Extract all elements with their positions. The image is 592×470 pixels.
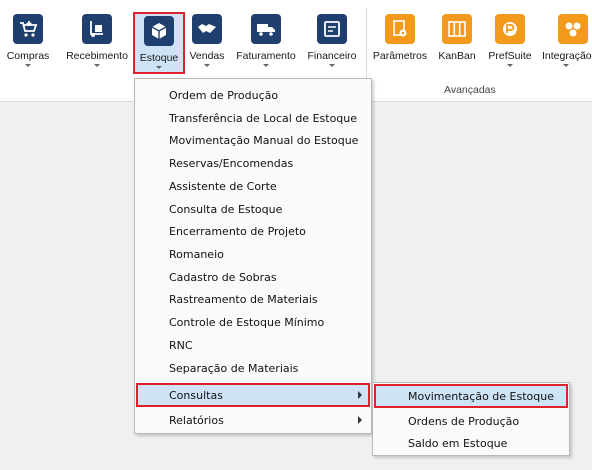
menu-item-separacao-de-materiais[interactable]: Separação de Materiais [136,357,370,379]
ribbon-label: Faturamento [236,50,296,62]
ribbon-label: PrefSuite [488,50,532,62]
menu-item-label: Consulta de Estoque [169,202,283,216]
ribbon-button-recebimento[interactable]: Recebimento [66,6,128,74]
menu-item-label: Cadastro de Sobras [169,270,277,284]
consultas-submenu: Movimentação de Estoque Ordens de Produç… [372,382,570,456]
chevron-down-icon [156,66,162,69]
menu-item-label: Ordens de Produção [408,414,520,428]
ribbon-button-estoque[interactable]: Estoque [133,12,185,74]
ribbon-group-label-avancadas: Avançadas [444,84,496,96]
handshake-icon [192,14,222,44]
submenu-item-saldo-em-estoque[interactable]: Saldo em Estoque [374,432,568,454]
ribbon-label: Recebimento [66,50,128,62]
cart-icon [13,14,43,44]
prefsuite-icon [495,14,525,44]
ribbon-button-kanban[interactable]: KanBan [436,6,478,74]
ribbon-label: KanBan [438,50,476,62]
menu-item-reservas-encomendas[interactable]: Reservas/Encomendas [136,152,370,174]
settings-doc-icon [385,14,415,44]
chevron-down-icon [204,64,210,67]
ribbon-button-financeiro[interactable]: Financeiro [305,6,359,74]
menu-item-label: RNC [169,338,193,352]
register-icon [317,14,347,44]
chevron-down-icon [25,64,31,67]
menu-item-assistente-de-corte[interactable]: Assistente de Corte [136,175,370,197]
menu-item-rnc[interactable]: RNC [136,334,370,356]
estoque-menu: Ordem de Produção Transferência de Local… [134,78,372,434]
chevron-down-icon [329,64,335,67]
ribbon-label: Financeiro [307,50,357,62]
menu-item-label: Assistente de Corte [169,179,277,193]
chevron-down-icon [263,64,269,67]
menu-item-label: Transferência de Local de Estoque [169,111,358,125]
ribbon-button-compras[interactable]: Compras [6,6,50,74]
chevron-right-icon [358,416,362,424]
integration-icon [558,14,588,44]
ribbon-label: Integração [542,50,592,62]
menu-item-label: Rastreamento de Materiais [169,292,318,306]
ribbon-button-prefsuite[interactable]: PrefSuite [486,6,534,74]
menu-item-cadastro-de-sobras[interactable]: Cadastro de Sobras [136,266,370,288]
ribbon-button-faturamento[interactable]: Faturamento [232,6,300,74]
menu-item-label: Ordem de Produção [169,88,279,102]
menu-item-label: Separação de Materiais [169,361,299,375]
menu-item-label: Movimentação Manual do Estoque [169,133,359,147]
menu-item-rastreamento-de-materiais[interactable]: Rastreamento de Materiais [136,288,370,310]
chevron-right-icon [358,391,362,399]
menu-item-label: Reservas/Encomendas [169,156,294,170]
hand-truck-icon [82,14,112,44]
menu-item-relatorios[interactable]: Relatórios [136,409,370,431]
ribbon-label: Estoque [139,52,179,64]
menu-item-label: Saldo em Estoque [408,436,508,450]
menu-item-transferencia-local-estoque[interactable]: Transferência de Local de Estoque [136,107,370,129]
menu-item-consultas[interactable]: Consultas [136,383,370,407]
menu-item-encerramento-de-projeto[interactable]: Encerramento de Projeto [136,220,370,242]
menu-item-ordem-de-producao[interactable]: Ordem de Produção [136,84,370,106]
chevron-down-icon [94,64,100,67]
menu-item-label: Controle de Estoque Mínimo [169,315,325,329]
menu-item-movimentacao-manual[interactable]: Movimentação Manual do Estoque [136,129,370,151]
ribbon-button-vendas[interactable]: Vendas [188,6,226,74]
chevron-down-icon [507,64,513,67]
menu-item-label: Consultas [169,388,223,402]
menu-item-label: Romaneio [169,247,224,261]
menu-item-label: Movimentação de Estoque [408,389,555,403]
menu-item-romaneio[interactable]: Romaneio [136,243,370,265]
delivery-truck-icon [251,14,281,44]
ribbon-button-parametros[interactable]: Parâmetros [372,6,428,74]
ribbon-label: Vendas [189,50,225,62]
boxes-icon [144,16,174,46]
kanban-icon [442,14,472,44]
menu-item-consulta-de-estoque[interactable]: Consulta de Estoque [136,198,370,220]
submenu-item-movimentacao-de-estoque[interactable]: Movimentação de Estoque [374,384,568,408]
ribbon-button-integracao[interactable]: Integração [540,6,592,74]
menu-item-controle-estoque-minimo[interactable]: Controle de Estoque Mínimo [136,311,370,333]
chevron-down-icon [563,64,569,67]
submenu-item-ordens-de-producao[interactable]: Ordens de Produção [374,410,568,432]
ribbon-label: Compras [6,50,50,62]
menu-item-label: Relatórios [169,413,224,427]
ribbon-label: Parâmetros [372,50,428,62]
menu-item-label: Encerramento de Projeto [169,224,306,238]
